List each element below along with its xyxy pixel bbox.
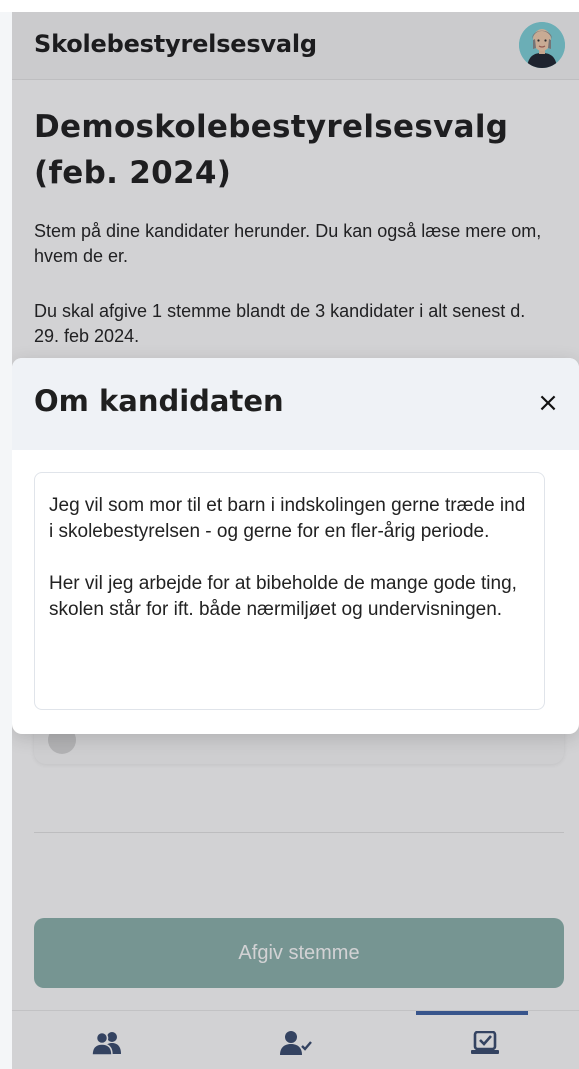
close-icon[interactable]: × (533, 388, 563, 418)
modal-title: Om kandidaten (34, 384, 284, 418)
window-top-margin (0, 0, 579, 12)
app-window: Skolebestyrelsesvalg Demoskolebestyrelse… (12, 12, 579, 1069)
candidate-info-modal: Om kandidaten × Jeg vil som mor til et b… (12, 358, 579, 734)
candidate-description-paragraph: Jeg vil som mor til et barn i indskoling… (49, 495, 526, 542)
candidate-description-paragraph: Her vil jeg arbejde for at bibeholde de … (49, 573, 517, 620)
modal-header: Om kandidaten × (12, 358, 579, 450)
candidate-description-box: Jeg vil som mor til et barn i indskoling… (34, 472, 545, 710)
